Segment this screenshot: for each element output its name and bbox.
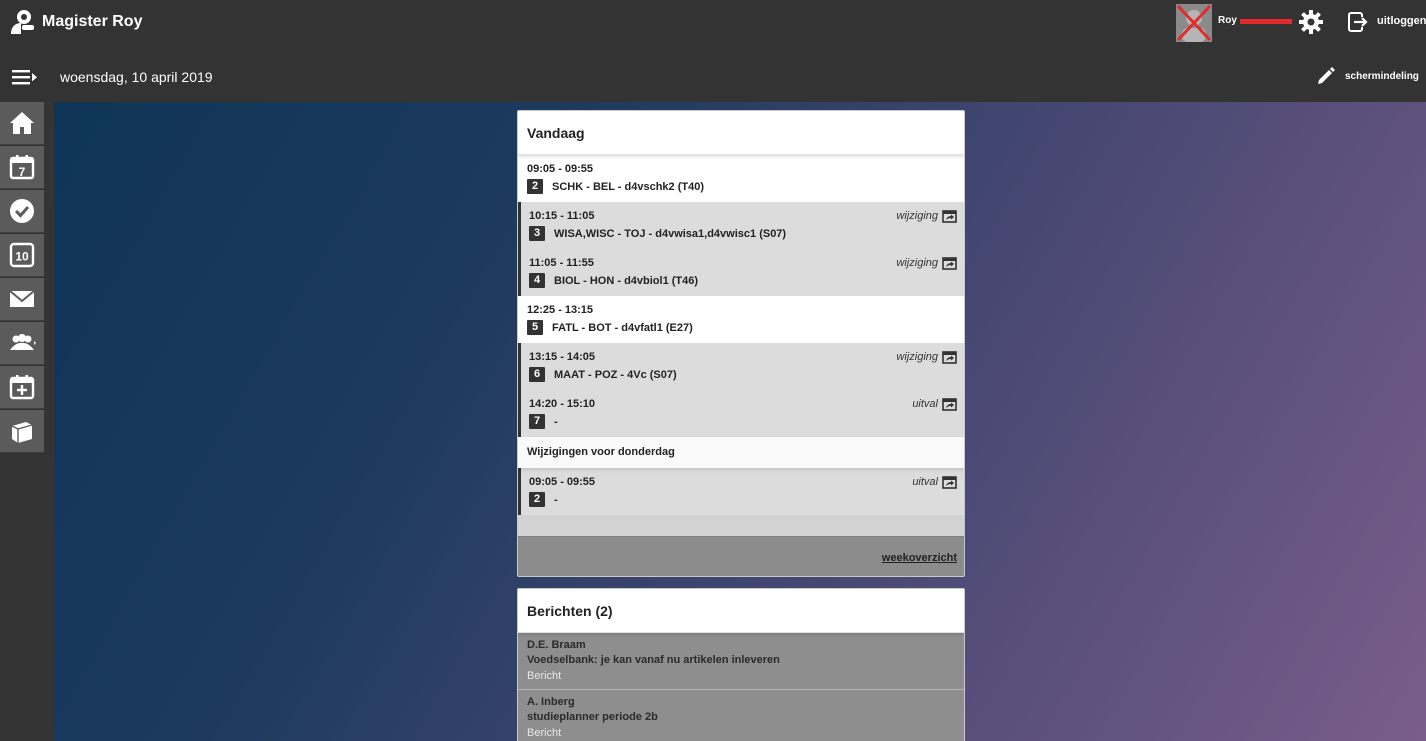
lesson-description: FATL - BOT - d4vfatl1 (E27) <box>552 321 693 334</box>
lesson-time: 09:05 - 09:55 <box>527 163 594 175</box>
lesson-row[interactable]: 14:20 - 15:10 7 - uitval <box>518 390 964 437</box>
message-sender: D.E. Braam <box>527 639 586 651</box>
sidebar-item-grades[interactable]: 10 <box>0 234 44 277</box>
check-icon <box>10 199 34 223</box>
lesson-description: - <box>554 415 558 428</box>
svg-text:7: 7 <box>19 165 26 179</box>
sidebar-item-activities[interactable] <box>0 366 44 409</box>
calendar-share-icon[interactable] <box>942 475 957 489</box>
layout-link[interactable]: schermindeling <box>1345 71 1419 82</box>
lesson-description: BIOL - HON - d4vbiol1 (T46) <box>554 274 699 287</box>
lesson-hour-badge: 4 <box>529 273 545 288</box>
spacer <box>518 515 964 536</box>
lesson-hour-badge: 2 <box>527 179 543 194</box>
sidebar-item-agenda[interactable]: 7 <box>0 146 44 189</box>
messages-title: Berichten (2) <box>518 589 964 633</box>
sidebar-item-tasks[interactable] <box>0 190 44 233</box>
lesson-status: wijziging <box>896 351 938 363</box>
sidebar-item-messages[interactable] <box>0 278 44 321</box>
calendar-add-icon <box>9 375 35 400</box>
lesson-row[interactable]: 09:05 - 09:55 2 - uitval <box>518 468 964 515</box>
calendar-share-icon[interactable] <box>942 350 957 364</box>
calendar-share-icon[interactable] <box>942 209 957 223</box>
lesson-description: - <box>554 493 558 506</box>
lesson-hour-badge: 7 <box>529 414 545 429</box>
lesson-row[interactable]: 09:05 - 09:55 2 SCHK - BEL - d4vschk2 (T… <box>518 155 964 202</box>
lesson-status: wijziging <box>896 257 938 269</box>
sidebar: 7 10 <box>0 102 44 741</box>
message-item[interactable]: A. Inberg studieplanner periode 2b Beric… <box>518 690 964 741</box>
lesson-time: 14:20 - 15:10 <box>529 398 596 410</box>
gear-icon[interactable] <box>1298 9 1324 35</box>
lesson-status: wijziging <box>896 210 938 222</box>
lesson-time: 11:05 - 11:55 <box>529 257 594 269</box>
message-item[interactable]: D.E. Braam Voedselbank: je kan vanaf nu … <box>518 633 964 690</box>
app-title[interactable]: Magister Roy <box>42 13 142 31</box>
lesson-status: uitval <box>912 476 938 488</box>
lesson-hour-badge: 3 <box>529 226 545 241</box>
lesson-hour-badge: 6 <box>529 367 545 382</box>
week-overview-link[interactable]: weekoverzicht <box>882 552 957 564</box>
redaction-bar <box>1240 19 1292 24</box>
calendar-share-icon[interactable] <box>942 256 957 270</box>
lesson-time: 09:05 - 09:55 <box>529 476 596 488</box>
main-content: Vandaag 09:05 - 09:55 2 SCHK - BEL - d4v… <box>54 102 1426 741</box>
current-date: woensdag, 10 april 2019 <box>60 69 213 85</box>
user-avatar[interactable] <box>1176 4 1212 42</box>
message-type: Bericht <box>527 670 562 682</box>
pencil-icon[interactable] <box>1316 66 1336 86</box>
sidebar-item-groups[interactable] <box>0 322 44 365</box>
lesson-time: 12:25 - 13:15 <box>527 304 594 316</box>
lesson-row[interactable]: 12:25 - 13:15 5 FATL - BOT - d4vfatl1 (E… <box>518 296 964 343</box>
top-bar: Magister Roy Roy uitloggen <box>0 0 1426 45</box>
lesson-description: WISA,WISC - TOJ - d4vwisa1,d4vwisc1 (S07… <box>554 227 787 240</box>
grades-10-icon: 10 <box>9 242 35 268</box>
next-day-changes-title: Wijzigingen voor donderdag <box>518 437 964 468</box>
lesson-row[interactable]: 10:15 - 11:05 3 WISA,WISC - TOJ - d4vwis… <box>518 202 964 249</box>
group-icon <box>10 334 36 350</box>
today-title: Vandaag <box>518 111 964 155</box>
lesson-time: 10:15 - 11:05 <box>529 210 595 222</box>
svg-text:10: 10 <box>15 250 29 264</box>
messages-widget: Berichten (2) D.E. Braam Voedselbank: je… <box>517 588 965 741</box>
calendar-7-icon: 7 <box>9 155 35 180</box>
today-widget: Vandaag 09:05 - 09:55 2 SCHK - BEL - d4v… <box>517 110 965 577</box>
magister-logo-icon[interactable] <box>8 8 36 36</box>
message-subject: studieplanner periode 2b <box>527 711 658 723</box>
lesson-description: MAAT - POZ - 4Vc (S07) <box>554 368 677 381</box>
logout-link[interactable]: uitloggen <box>1377 15 1426 27</box>
lesson-row[interactable]: 11:05 - 11:55 4 BIOL - HON - d4vbiol1 (T… <box>518 249 964 296</box>
logout-icon[interactable] <box>1347 11 1369 33</box>
lesson-row[interactable]: 13:15 - 14:05 6 MAAT - POZ - 4Vc (S07) w… <box>518 343 964 390</box>
bag-icon <box>11 422 33 443</box>
mail-icon <box>9 290 35 307</box>
user-name[interactable]: Roy <box>1218 15 1237 26</box>
home-icon <box>10 112 34 134</box>
message-subject: Voedselbank: je kan vanaf nu artikelen i… <box>527 654 780 666</box>
today-footer: weekoverzicht <box>518 536 964 576</box>
sub-bar: woensdag, 10 april 2019 schermindeling <box>0 45 1426 102</box>
lesson-hour-badge: 2 <box>529 492 545 507</box>
lesson-time: 13:15 - 14:05 <box>529 351 596 363</box>
lesson-status: uitval <box>912 398 938 410</box>
calendar-share-icon[interactable] <box>942 397 957 411</box>
message-type: Bericht <box>527 727 562 739</box>
sidebar-item-home[interactable] <box>0 102 44 145</box>
menu-toggle-icon[interactable] <box>12 69 38 85</box>
message-sender: A. Inberg <box>527 696 575 708</box>
lesson-hour-badge: 5 <box>527 320 543 335</box>
sidebar-item-portfolio[interactable] <box>0 410 44 453</box>
lesson-description: SCHK - BEL - d4vschk2 (T40) <box>552 180 705 193</box>
